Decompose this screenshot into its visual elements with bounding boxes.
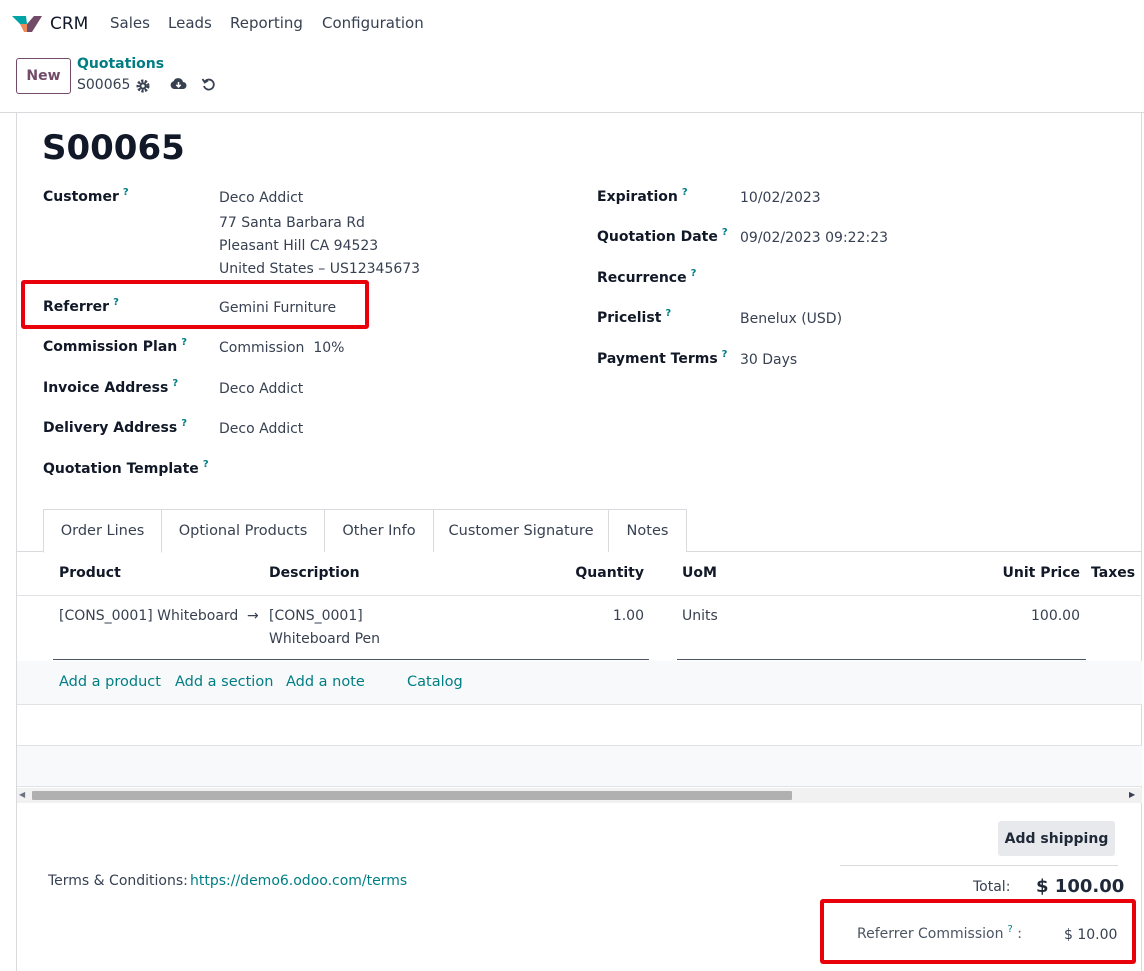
col-description-header[interactable]: Description (269, 565, 360, 581)
pricelist-field[interactable]: Benelux (USD) (740, 311, 842, 327)
expiration-field[interactable]: 10/02/2023 (740, 190, 821, 206)
scroll-right-icon[interactable]: ▶ (1129, 790, 1135, 799)
total-value: $ 100.00 (1036, 876, 1125, 897)
terms-link[interactable]: https://demo6.odoo.com/terms (190, 873, 407, 889)
add-note-link[interactable]: Add a note (286, 674, 365, 690)
row-product-cell[interactable]: [CONS_0001] Whiteboard (59, 608, 254, 624)
new-button-label: New (26, 68, 61, 84)
table-row[interactable]: [CONS_0001] Whiteboard → [CONS_0001] Whi… (17, 596, 1142, 660)
row-quantity-cell[interactable]: 1.00 (557, 608, 644, 624)
add-section-link[interactable]: Add a section (175, 674, 273, 690)
tab-notes[interactable]: Notes (608, 509, 687, 552)
col-taxes-header[interactable]: Taxes (1091, 565, 1135, 581)
nav-configuration[interactable]: Configuration (322, 14, 424, 32)
tab-optional-products[interactable]: Optional Products (161, 509, 325, 552)
commission-highlight-box (820, 899, 1136, 964)
nav-leads[interactable]: Leads (168, 14, 212, 32)
commission-plan-label: Commission Plan? (43, 337, 188, 355)
product-link-arrow-icon[interactable]: → (247, 608, 259, 624)
cloud-save-icon[interactable] (170, 77, 187, 91)
horizontal-scrollbar[interactable]: ◀ ▶ (17, 788, 1142, 803)
pricelist-label: Pricelist? (597, 308, 672, 326)
delivery-address-label: Delivery Address? (43, 418, 187, 436)
top-navbar: CRM Sales Leads Reporting Configuration (0, 0, 1144, 48)
customer-name[interactable]: Deco Addict (219, 190, 303, 206)
row-underline-left (53, 659, 649, 660)
empty-row (17, 746, 1142, 787)
discard-icon[interactable] (201, 77, 216, 92)
referrer-highlight-box (21, 280, 369, 329)
invoice-address-label: Invoice Address? (43, 378, 179, 396)
add-product-link[interactable]: Add a product (59, 674, 161, 690)
row-unit-price-cell[interactable]: 100.00 (957, 608, 1080, 624)
row-underline-right (677, 659, 1086, 660)
customer-address-line1: 77 Santa Barbara Rd (219, 215, 365, 231)
col-quantity-header[interactable]: Quantity (560, 565, 644, 581)
app-logo-icon[interactable] (12, 14, 42, 34)
quotation-date-label: Quotation Date? (597, 227, 728, 245)
total-label: Total: (973, 879, 1011, 895)
totals-divider (840, 865, 1118, 866)
tab-order-lines[interactable]: Order Lines (43, 509, 162, 553)
delivery-address-field[interactable]: Deco Addict (219, 421, 303, 437)
col-product-header[interactable]: Product (59, 565, 121, 581)
commission-plan-field[interactable]: Commission 10% (219, 340, 344, 356)
scrollbar-thumb[interactable] (32, 791, 792, 800)
add-shipping-button[interactable]: Add shipping (998, 821, 1115, 856)
row-description-line2[interactable]: Whiteboard Pen (269, 631, 380, 647)
row-description-line1[interactable]: [CONS_0001] (269, 608, 363, 624)
tab-customer-signature[interactable]: Customer Signature (433, 509, 609, 552)
col-unit-price-header[interactable]: Unit Price (960, 565, 1080, 581)
quotation-template-label: Quotation Template? (43, 459, 209, 477)
app-name[interactable]: CRM (50, 14, 88, 34)
breadcrumb-current: S00065 (77, 77, 131, 93)
invoice-address-field[interactable]: Deco Addict (219, 381, 303, 397)
empty-row (17, 705, 1142, 746)
col-uom-header[interactable]: UoM (682, 565, 717, 581)
new-button[interactable]: New (16, 58, 71, 94)
customer-address-line3: United States – US12345673 (219, 261, 421, 277)
recurrence-label: Recurrence? (597, 268, 697, 286)
tab-other-info[interactable]: Other Info (324, 509, 434, 552)
customer-address-line2: Pleasant Hill CA 94523 (219, 238, 379, 254)
control-panel: New Quotations S00065 (0, 48, 1144, 113)
record-title: S00065 (42, 128, 185, 168)
nav-sales[interactable]: Sales (110, 14, 150, 32)
breadcrumb-quotations[interactable]: Quotations (77, 56, 164, 72)
quotation-date-field[interactable]: 09/02/2023 09:22:23 (740, 230, 888, 246)
payment-terms-label: Payment Terms? (597, 349, 728, 367)
payment-terms-field[interactable]: 30 Days (740, 352, 797, 368)
gear-icon[interactable] (136, 79, 150, 93)
customer-label: Customer? (43, 187, 129, 205)
quotation-template-field[interactable] (219, 462, 519, 480)
recurrence-field[interactable] (740, 271, 1040, 289)
catalog-link[interactable]: Catalog (407, 674, 463, 690)
expiration-label: Expiration? (597, 187, 688, 205)
nav-reporting[interactable]: Reporting (230, 14, 303, 32)
scroll-left-icon[interactable]: ◀ (19, 790, 25, 799)
row-uom-cell[interactable]: Units (682, 608, 718, 624)
terms-label: Terms & Conditions: (48, 873, 188, 889)
